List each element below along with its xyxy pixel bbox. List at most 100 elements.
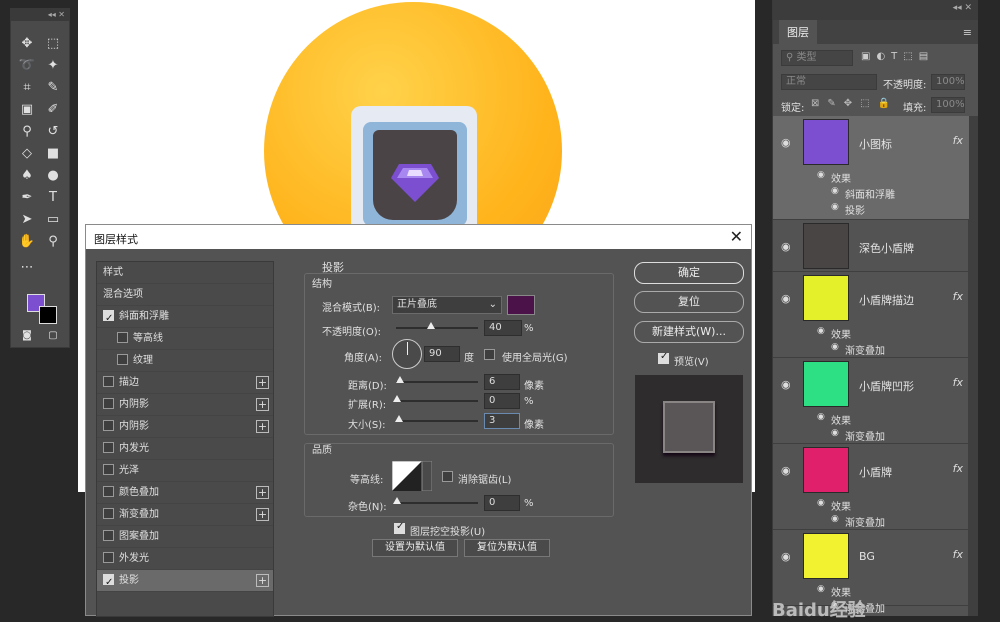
distance-input[interactable]: 6 (484, 374, 520, 390)
style-checkbox[interactable] (103, 308, 114, 330)
effect-eye-icon[interactable]: ◉ (831, 186, 839, 196)
visibility-eye-icon[interactable]: ◉ (781, 550, 791, 563)
noise-input[interactable]: 0 (484, 495, 520, 511)
spread-input[interactable]: 0 (484, 393, 520, 409)
blur-tool-icon[interactable]: ♠ (16, 165, 38, 185)
crop-tool-icon[interactable]: ⌗ (16, 77, 38, 97)
layer-name[interactable]: 小盾牌 (859, 464, 892, 480)
layer-filter-input[interactable]: ⚲ 类型 (781, 50, 853, 66)
style-checkbox[interactable] (103, 442, 114, 453)
style-checkbox[interactable] (103, 508, 114, 519)
shape-tool-icon[interactable]: ▭ (42, 209, 64, 229)
layer-thumbnail[interactable] (803, 119, 849, 165)
magic-wand-tool-icon[interactable]: ✦ (42, 55, 64, 75)
style-list-item[interactable]: 样式 (97, 262, 273, 284)
effect-eye-icon[interactable]: ◉ (831, 342, 839, 352)
style-list-item[interactable]: 投影 + (97, 570, 273, 594)
reset-button[interactable]: 复位 (634, 291, 744, 313)
style-list-item[interactable]: 斜面和浮雕 (97, 306, 273, 330)
preview-checkbox[interactable] (658, 351, 669, 364)
style-checkbox[interactable] (103, 398, 114, 409)
shadow-color-swatch[interactable] (507, 295, 535, 315)
brush-tool-icon[interactable]: ✐ (42, 99, 64, 119)
add-style-icon[interactable]: + (256, 398, 269, 411)
type-tool-icon[interactable]: T (42, 187, 64, 207)
frame-tool-icon[interactable]: ▣ (16, 99, 38, 119)
more-tools-icon[interactable]: ⋯ (16, 257, 38, 277)
zoom-tool-icon[interactable]: ⚲ (42, 231, 64, 251)
layer-row[interactable]: ◉ 小盾牌 fx ◉ 效果 ◉ 渐变叠加 (773, 444, 969, 530)
visibility-eye-icon[interactable]: ◉ (781, 378, 791, 391)
layer-thumbnail[interactable] (803, 533, 849, 579)
effect-item[interactable]: 渐变叠加 (845, 514, 885, 529)
pen-tool-icon[interactable]: ✒ (16, 187, 38, 207)
contour-picker[interactable] (392, 461, 432, 491)
visibility-eye-icon[interactable]: ◉ (781, 240, 791, 253)
hand-tool-icon[interactable]: ✋ (16, 231, 38, 251)
style-list-item[interactable]: 描边 + (97, 372, 273, 394)
style-checkbox[interactable] (103, 572, 114, 594)
distance-slider[interactable] (396, 376, 478, 383)
style-list-item[interactable]: 图案叠加 (97, 526, 273, 548)
opacity-slider-knob[interactable] (427, 322, 435, 329)
style-checkbox[interactable] (103, 376, 114, 387)
style-list-item[interactable]: 外发光 (97, 548, 273, 570)
size-slider[interactable] (395, 415, 478, 422)
style-list-item[interactable]: 颜色叠加 + (97, 482, 273, 504)
style-checkbox[interactable] (103, 530, 114, 541)
style-list-item[interactable]: 内阴影 + (97, 416, 273, 438)
close-icon[interactable]: ✕ (730, 227, 743, 246)
lock-icons[interactable]: ⊠✎✥⬚🔒 (811, 98, 898, 109)
marquee-tool-icon[interactable]: ⬚ (42, 33, 64, 53)
opacity-input[interactable]: 100% (931, 74, 965, 90)
lasso-tool-icon[interactable]: ➰ (16, 55, 38, 75)
background-color-swatch[interactable] (39, 306, 57, 324)
effect-eye-icon[interactable]: ◉ (831, 202, 839, 212)
size-slider-knob[interactable] (395, 415, 403, 422)
anti-alias-checkbox[interactable] (442, 471, 453, 482)
add-style-icon[interactable]: + (256, 420, 269, 433)
style-list-item[interactable]: 渐变叠加 + (97, 504, 273, 526)
visibility-eye-icon[interactable]: ◉ (781, 136, 791, 149)
add-style-icon[interactable]: + (256, 508, 269, 521)
visibility-eye-icon[interactable]: ◉ (781, 292, 791, 305)
size-input[interactable]: 3 (484, 413, 520, 429)
knockout-checkbox[interactable] (394, 521, 405, 534)
style-list-item[interactable]: 纹理 (97, 350, 273, 372)
layer-thumbnail[interactable] (803, 361, 849, 407)
add-style-icon[interactable]: + (256, 486, 269, 499)
effects-eye-icon[interactable]: ◉ (817, 326, 825, 336)
effects-eye-icon[interactable]: ◉ (817, 498, 825, 508)
opacity-input[interactable]: 40 (484, 320, 522, 336)
fx-icon[interactable]: fx (953, 548, 963, 561)
blend-mode-select[interactable]: 正常 (781, 74, 877, 90)
layer-name[interactable]: 小盾牌描边 (859, 292, 914, 308)
style-checkbox[interactable] (103, 552, 114, 563)
layer-name[interactable]: 小图标 (859, 136, 892, 152)
tab-layers[interactable]: 图层 (779, 20, 817, 44)
path-select-tool-icon[interactable]: ➤ (16, 209, 38, 229)
screen-mode-icon[interactable]: ▢ (42, 325, 64, 345)
layer-thumbnail[interactable] (803, 275, 849, 321)
gradient-tool-icon[interactable]: ■ (42, 143, 64, 163)
dodge-tool-icon[interactable]: ● (42, 165, 64, 185)
blend-mode-dropdown[interactable]: 正片叠底 ⌄ (392, 296, 502, 314)
style-checkbox[interactable] (117, 332, 128, 343)
layer-row[interactable]: ◉ 小图标 fx ◉ 效果 ◉ 斜面和浮雕 ◉ 投影 (773, 116, 969, 220)
style-checkbox[interactable] (103, 486, 114, 497)
opacity-slider[interactable] (396, 322, 478, 329)
set-default-button[interactable]: 设置为默认值 (372, 539, 458, 557)
global-light-checkbox[interactable] (484, 349, 495, 360)
effect-eye-icon[interactable]: ◉ (831, 514, 839, 524)
style-list-item[interactable]: 混合选项 (97, 284, 273, 306)
style-checkbox[interactable] (103, 420, 114, 431)
angle-dial[interactable] (392, 339, 422, 369)
layer-thumbnail[interactable] (803, 223, 849, 269)
noise-slider[interactable] (393, 497, 478, 504)
panel-menu-icon[interactable]: ≡ (963, 26, 972, 39)
style-list-item[interactable]: 内阴影 + (97, 394, 273, 416)
stamp-tool-icon[interactable]: ⚲ (16, 121, 38, 141)
effect-item[interactable]: 斜面和浮雕 (845, 186, 895, 201)
quick-mask-icon[interactable]: ◙ (16, 325, 38, 345)
filter-icons[interactable]: ▣◐T⬚▤ (861, 51, 934, 62)
